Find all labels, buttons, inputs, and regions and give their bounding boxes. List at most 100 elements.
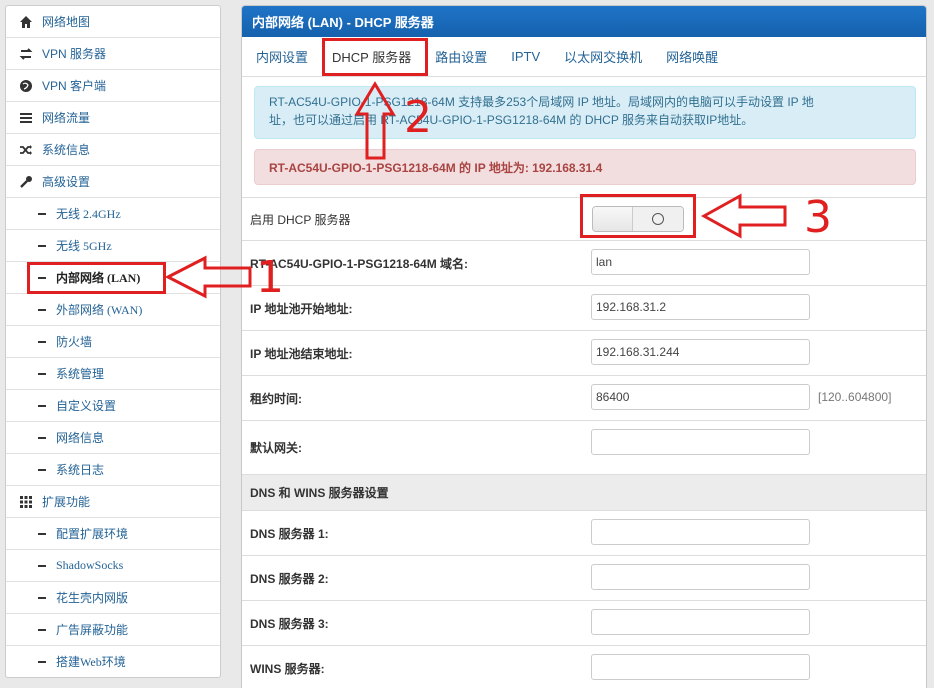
sidebar-item[interactable]: 扩展功能 — [6, 486, 220, 518]
sidebar-item-label: 防火墙 — [56, 335, 93, 349]
sidebar-item[interactable]: 外部网络 (WAN) — [6, 294, 220, 326]
dash-icon — [38, 308, 46, 311]
dash-icon — [38, 244, 46, 247]
dns3-input[interactable] — [591, 609, 810, 635]
sidebar-item[interactable]: 高级设置 — [6, 166, 220, 198]
dns2-label: DNS 服务器 2: — [250, 571, 329, 586]
home-icon — [18, 14, 34, 30]
random-icon — [18, 142, 34, 158]
sidebar: 网络地图 VPN 服务器 VPN 客户端 网络流量系统信息高级设置无线 2.4GHz 无… — [5, 5, 221, 678]
sidebar-item-label: 网络流量 — [42, 111, 91, 125]
dash-icon — [38, 532, 46, 535]
dash-icon — [38, 404, 46, 407]
tab-bar: 内网设置 DHCP 服务器 路由设置 IPTV 以太网交换机 网络唤醒 — [242, 37, 926, 77]
sidebar-item-label: 搭建Web环境 — [56, 655, 126, 669]
toggle-off-side — [633, 207, 683, 231]
tab[interactable]: 以太网交换机 — [554, 37, 652, 77]
sidebar-item[interactable]: 内部网络 (LAN) — [6, 262, 220, 294]
pool-end-label: IP 地址池结束地址: — [250, 346, 353, 361]
sidebar-item-label: 花生壳内网版 — [56, 591, 129, 605]
info-line-2: 址，也可以通过启用 RT-AC54U-GPIO-1-PSG1218-64M 的 … — [269, 113, 754, 127]
row-wins: WINS 服务器: — [242, 645, 926, 688]
pool-start-input[interactable]: 192.168.31.2 — [591, 294, 810, 320]
info-alert: RT-AC54U-GPIO-1-PSG1218-64M 支持最多253个局域网 … — [254, 86, 916, 139]
dns3-label: DNS 服务器 3: — [250, 616, 329, 631]
sidebar-item[interactable]: VPN 客户端 — [6, 70, 220, 102]
row-lease: 租约时间: 86400 [120..604800] — [242, 375, 926, 420]
dash-icon — [38, 372, 46, 375]
gateway-input[interactable] — [591, 429, 810, 455]
tab[interactable]: 路由设置 — [425, 37, 497, 77]
lease-hint: [120..604800] — [818, 390, 892, 404]
pool-end-input[interactable]: 192.168.31.244 — [591, 339, 810, 365]
sidebar-item[interactable]: 搭建Web环境 — [6, 646, 220, 677]
tab[interactable]: 网络唤醒 — [656, 37, 728, 77]
sidebar-item[interactable]: 网络信息 — [6, 422, 220, 454]
dns2-input[interactable] — [591, 564, 810, 590]
sidebar-item-label: 网络信息 — [56, 431, 105, 445]
list-icon — [18, 110, 34, 126]
pool-start-label: IP 地址池开始地址: — [250, 301, 353, 316]
off-circle-icon — [652, 213, 664, 225]
sidebar-item-label: 扩展功能 — [42, 495, 91, 509]
wins-label: WINS 服务器: — [250, 661, 325, 676]
sidebar-item-label: 高级设置 — [42, 175, 91, 189]
sidebar-item-label: 系统日志 — [56, 463, 105, 477]
row-pool-end: IP 地址池结束地址: 192.168.31.244 — [242, 330, 926, 375]
dash-icon — [38, 564, 46, 567]
dash-icon — [38, 596, 46, 599]
sidebar-item[interactable]: 系统日志 — [6, 454, 220, 486]
sidebar-item-label: 外部网络 (WAN) — [56, 303, 143, 317]
sidebar-item[interactable]: 自定义设置 — [6, 390, 220, 422]
sidebar-item-label: 广告屏蔽功能 — [56, 623, 129, 637]
sidebar-item[interactable]: 无线 2.4GHz — [6, 198, 220, 230]
tab[interactable]: 内网设置 — [246, 37, 318, 77]
row-dhcp-enable: 启用 DHCP 服务器 — [242, 197, 926, 240]
sidebar-item[interactable]: VPN 服务器 — [6, 38, 220, 70]
sidebar-item[interactable]: ShadowSocks — [6, 550, 220, 582]
sidebar-item[interactable]: 防火墙 — [6, 326, 220, 358]
sidebar-item-label: VPN 客户端 — [42, 79, 107, 93]
main-panel: 内部网络 (LAN) - DHCP 服务器 内网设置 DHCP 服务器 路由设置 IP… — [241, 5, 927, 688]
dash-icon — [38, 276, 46, 279]
dns1-label: DNS 服务器 1: — [250, 526, 329, 541]
toggle-knob — [593, 207, 633, 231]
lease-input[interactable]: 86400 — [591, 384, 810, 410]
row-pool-start: IP 地址池开始地址: 192.168.31.2 — [242, 285, 926, 330]
grid-icon — [18, 494, 34, 510]
sidebar-item-label: 配置扩展环境 — [56, 527, 129, 541]
sidebar-item[interactable]: 网络地图 — [6, 6, 220, 38]
dash-icon — [38, 340, 46, 343]
lease-label: 租约时间: — [250, 391, 302, 406]
wins-input[interactable] — [591, 654, 810, 680]
sidebar-item[interactable]: 网络流量 — [6, 102, 220, 134]
row-dns2: DNS 服务器 2: — [242, 555, 926, 600]
dash-icon — [38, 628, 46, 631]
dhcp-toggle[interactable] — [592, 206, 684, 232]
tab[interactable]: IPTV — [501, 37, 550, 77]
sidebar-item-label: 系统管理 — [56, 367, 105, 381]
dash-icon — [38, 212, 46, 215]
sidebar-item-label: 自定义设置 — [56, 399, 117, 413]
domain-label: RT-AC54U-GPIO-1-PSG1218-64M 域名: — [250, 256, 469, 271]
row-dns3: DNS 服务器 3: — [242, 600, 926, 645]
domain-input[interactable]: lan — [591, 249, 810, 275]
ip-address-alert: RT-AC54U-GPIO-1-PSG1218-64M 的 IP 地址为: 19… — [254, 149, 916, 185]
sidebar-item[interactable]: 广告屏蔽功能 — [6, 614, 220, 646]
tab[interactable]: DHCP 服务器 — [322, 37, 421, 77]
sidebar-item-label: VPN 服务器 — [42, 47, 107, 61]
sidebar-item[interactable]: 无线 5GHz — [6, 230, 220, 262]
sidebar-item[interactable]: 系统管理 — [6, 358, 220, 390]
sidebar-item[interactable]: 系统信息 — [6, 134, 220, 166]
sidebar-item[interactable]: 配置扩展环境 — [6, 518, 220, 550]
row-gateway: 默认网关: — [242, 420, 926, 474]
dash-icon — [38, 660, 46, 663]
dash-icon — [38, 436, 46, 439]
info-line-1: RT-AC54U-GPIO-1-PSG1218-64M 支持最多253个局域网 … — [269, 95, 814, 109]
sidebar-item[interactable]: 花生壳内网版 — [6, 582, 220, 614]
dns1-input[interactable] — [591, 519, 810, 545]
sidebar-item-label: 网络地图 — [42, 15, 91, 29]
dash-icon — [38, 468, 46, 471]
sidebar-item-label: 无线 2.4GHz — [56, 207, 121, 221]
sidebar-item-label: 系统信息 — [42, 143, 91, 157]
